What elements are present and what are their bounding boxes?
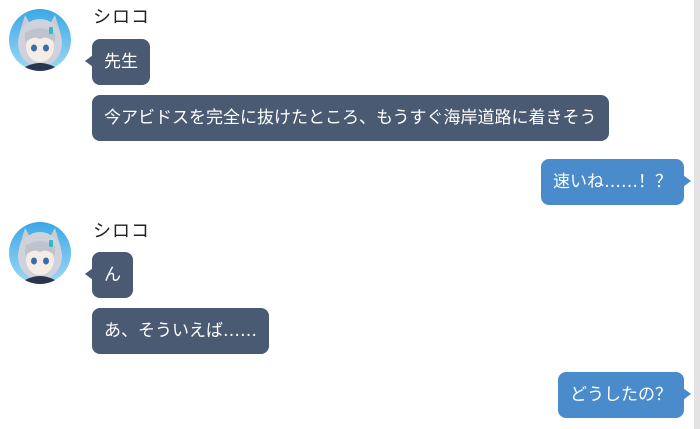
message-bubble: 先生 (85, 39, 150, 85)
message-bubble: どうしたの？ (558, 372, 691, 418)
avatar[interactable] (9, 9, 71, 71)
shiroko-avatar-icon (9, 9, 71, 71)
message-bubble: 速いね……！？ (541, 159, 691, 205)
message-bubble: あ、そういえば…… (92, 308, 269, 354)
sender-name: シロコ (93, 221, 150, 242)
message-bubble: 今アビドスを完全に抜けたところ、もうすぐ海岸道路に着きそう (92, 95, 609, 141)
shiroko-avatar-icon (9, 222, 71, 284)
sender-name: シロコ (93, 7, 150, 28)
scrollbar[interactable] (694, 0, 700, 429)
avatar[interactable] (9, 222, 71, 284)
message-bubble: ん (85, 252, 133, 298)
